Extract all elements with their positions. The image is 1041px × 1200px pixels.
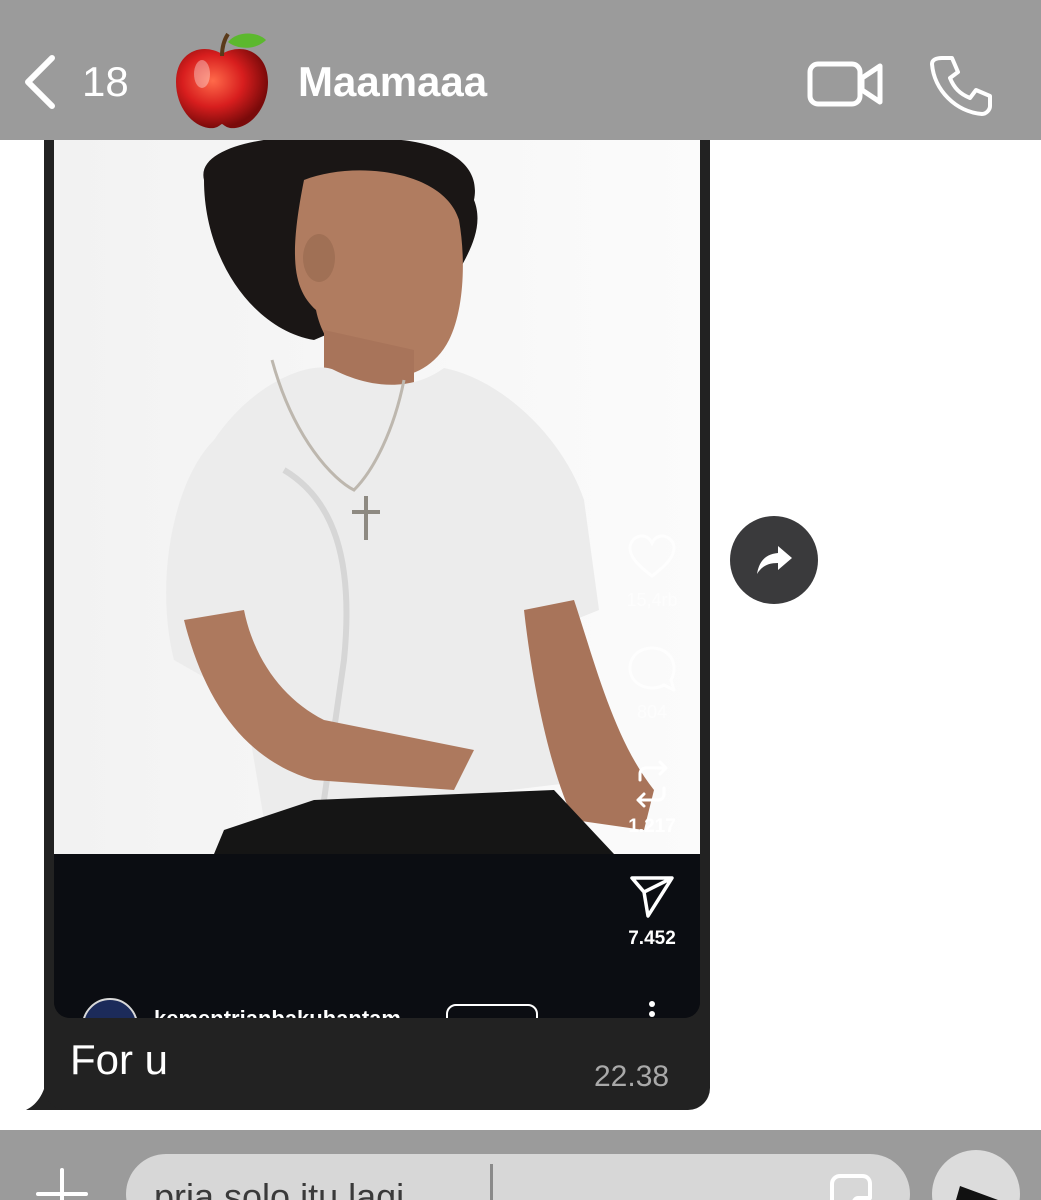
phone-call-icon[interactable] bbox=[928, 52, 994, 118]
send-arrow-icon bbox=[956, 1186, 998, 1200]
message-text: For u bbox=[70, 1036, 169, 1083]
follow-button[interactable] bbox=[446, 1004, 538, 1018]
author-avatar[interactable] bbox=[82, 998, 138, 1018]
send-icon[interactable] bbox=[626, 870, 678, 922]
shared-reel[interactable]: 15,4rb 804 1.217 7.452 bbox=[54, 140, 700, 1018]
contact-name[interactable]: Maamaaa bbox=[298, 58, 487, 106]
apple-icon[interactable] bbox=[172, 28, 272, 132]
repost-icon[interactable] bbox=[626, 758, 678, 810]
share-group[interactable]: 7.452 bbox=[614, 870, 690, 950]
message-composer: pria solo itu lagi bbox=[0, 1130, 1041, 1200]
repost-count: 1.217 bbox=[628, 816, 676, 837]
forward-button[interactable] bbox=[730, 516, 818, 604]
like-count: 15,4rb bbox=[626, 590, 678, 610]
message-list: 15,4rb 804 1.217 7.452 For u 22.38 bbox=[0, 140, 1041, 1130]
comment-group[interactable]: 804 bbox=[614, 644, 690, 723]
back-button[interactable]: 18 bbox=[18, 50, 138, 114]
unread-count: 18 bbox=[82, 58, 129, 105]
reel-photo bbox=[54, 140, 700, 854]
share-count: 7.452 bbox=[628, 928, 676, 949]
like-group[interactable]: 15,4rb bbox=[614, 532, 690, 611]
reel-footer bbox=[54, 854, 700, 1018]
comment-count: 804 bbox=[636, 702, 668, 722]
comment-icon[interactable] bbox=[626, 644, 678, 696]
reel-author-row: kementrianbakuhantam bbox=[82, 998, 682, 1018]
chat-screen: 18 Maamaaa 15,4rb 804 1.217 7.452 For u … bbox=[0, 0, 1041, 1200]
author-username[interactable]: kementrianbakuhantam bbox=[154, 1006, 401, 1018]
plus-icon[interactable] bbox=[34, 1166, 90, 1200]
send-button[interactable] bbox=[932, 1150, 1020, 1200]
forward-icon bbox=[757, 546, 792, 574]
sticker-icon[interactable] bbox=[826, 1170, 876, 1200]
repost-group[interactable]: 1.217 bbox=[614, 758, 690, 838]
text-caret bbox=[490, 1164, 493, 1200]
chat-header: 18 Maamaaa bbox=[0, 0, 1041, 140]
message-input-value[interactable]: pria solo itu lagi bbox=[154, 1176, 404, 1200]
chevron-left-icon bbox=[25, 55, 55, 109]
message-input[interactable]: pria solo itu lagi bbox=[126, 1154, 910, 1200]
message-timestamp: 22.38 bbox=[594, 1060, 670, 1093]
video-call-icon[interactable] bbox=[806, 56, 886, 112]
heart-icon[interactable] bbox=[626, 532, 678, 584]
more-icon[interactable] bbox=[646, 998, 658, 1018]
